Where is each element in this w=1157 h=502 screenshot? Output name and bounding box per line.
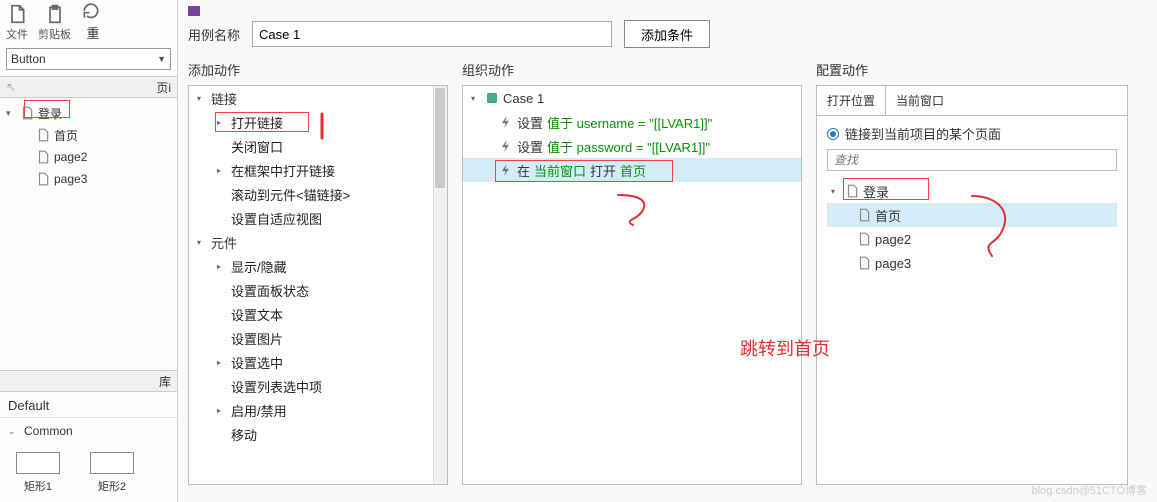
shape-label: 矩形2 [98,478,126,494]
action-set-text[interactable]: ▸设置文本 [189,302,447,326]
org-actions-title: 组织动作 [462,60,802,79]
action-close-window[interactable]: ▸关闭窗口 [189,134,447,158]
radio-icon [827,128,839,140]
cfg-page-page2[interactable]: page2 [827,227,1117,251]
page-label: 首页 [875,206,901,225]
action-set-password[interactable]: 设置 值于 password = "[[LVAR1]]" [463,134,801,158]
radio-link-current-project[interactable]: 链接到当前项目的某个页面 [827,124,1117,143]
cfg-actions-panel: 打开位置 当前窗口 链接到当前项目的某个页面 ▾ [816,85,1128,485]
action-value: 值于 password = "[[LVAR1]]" [547,137,710,156]
cfg-page-page3[interactable]: page3 [827,251,1117,275]
action-set-image[interactable]: ▸设置图片 [189,326,447,350]
reload-menu-truncated[interactable]: 重 [81,1,101,42]
action-adaptive[interactable]: ▸设置自适应视图 [189,206,447,230]
action-move[interactable]: ▸移动 [189,422,447,446]
page-icon [857,232,871,246]
action-set-username[interactable]: 设置 值于 username = "[[LVAR1]]" [463,110,801,134]
cfg-actions-title: 配置动作 [816,60,1128,79]
clipboard-label: 剪贴板 [38,26,71,42]
action-set-selected[interactable]: ▸设置选中 [189,350,447,374]
page-icon [36,150,50,164]
page-node-home[interactable]: 首页 [0,124,177,146]
action-prefix: 设置 [517,137,543,156]
scrollbar[interactable] [433,86,447,484]
bolt-icon [499,115,513,129]
page-label: 首页 [54,127,78,144]
add-condition-button[interactable]: 添加条件 [624,20,710,48]
page-icon [7,4,27,24]
action-value: 值于 username = "[[LVAR1]]" [547,113,712,132]
action-scroll-to[interactable]: ▸滚动到元件<锚链接> [189,182,447,206]
case-label: Case 1 [503,91,544,106]
clipboard-menu[interactable]: 剪贴板 [38,4,71,42]
open-location-dropdown[interactable]: 当前窗口 [885,86,1127,115]
page-label: page3 [875,256,911,271]
watermark: blog.csdn@51CTO博客 [1031,482,1147,498]
cfg-page-home[interactable]: 首页 [827,203,1117,227]
action-panel-state[interactable]: ▸设置面板状态 [189,278,447,302]
page-node-page3[interactable]: page3 [0,168,177,190]
pages-tree: ▾ 登录 首页 page2 page3 [0,98,177,194]
clipboard-icon [45,4,65,24]
dropdown-value: Button [11,52,46,66]
page-label: page2 [54,150,87,164]
widget-rect2[interactable] [90,452,134,474]
page-node-page2[interactable]: page2 [0,146,177,168]
action-set-list-selected[interactable]: ▸设置列表选中项 [189,374,447,398]
add-actions-panel: ▾链接 ▸打开链接 ▸关闭窗口 ▸在框架中打开链接 ▸滚动到元件<锚链接> ▸设… [188,85,448,485]
pages-panel-title: 页i [156,79,171,96]
action-open-in-frame[interactable]: ▸在框架中打开链接 [189,158,447,182]
action-show-hide[interactable]: ▸显示/隐藏 [189,254,447,278]
annotation-box [24,100,70,118]
shape-label: 矩形1 [24,478,52,494]
group-component[interactable]: ▾元件 [189,230,447,254]
annotation-box [843,178,929,200]
chevron-down-icon: ⌄ [8,426,18,437]
library-common[interactable]: ⌄ Common [0,418,177,444]
file-menu[interactable]: 文件 [6,4,28,42]
file-label: 文件 [6,26,28,42]
group-link[interactable]: ▾链接 [189,86,447,110]
radio-label: 链接到当前项目的某个页面 [845,124,1001,143]
case-name-input[interactable] [252,21,612,47]
page-icon [857,208,871,222]
widget-rect1[interactable] [16,452,60,474]
annotation-box [215,112,309,132]
scrollbar-thumb[interactable] [435,88,445,188]
action-prefix: 设置 [517,113,543,132]
case-name-label: 用例名称 [188,25,240,44]
bolt-icon [499,139,513,153]
nav-back-icon[interactable]: ↖ [6,80,16,94]
add-actions-title: 添加动作 [188,60,448,79]
chevron-down-icon: ▾ [6,108,16,119]
library-common-label: Common [24,424,73,438]
chevron-down-icon: ▼ [157,54,166,64]
page-label: page3 [54,172,87,186]
reload-label: 重 [82,23,99,42]
widget-type-dropdown[interactable]: Button ▼ [6,48,171,70]
case-node[interactable]: ▾ Case 1 [463,86,801,110]
library-panel-title: 库 [159,373,171,390]
org-actions-panel: ▾ Case 1 设置 值于 username = "[[LVAR1]]" 设置… [462,85,802,485]
page-label: page2 [875,232,911,247]
annotation-box [495,160,673,182]
page-icon [36,128,50,142]
dialog-grip [188,6,200,16]
action-enable-disable[interactable]: ▸启用/禁用 [189,398,447,422]
page-icon [857,256,871,270]
page-icon [36,172,50,186]
library-default[interactable]: Default [0,392,177,418]
case-icon [485,91,499,105]
open-location-label: 打开位置 [817,86,885,115]
annotation-stroke [613,190,663,230]
refresh-icon [81,1,101,21]
page-search-input[interactable] [827,149,1117,171]
